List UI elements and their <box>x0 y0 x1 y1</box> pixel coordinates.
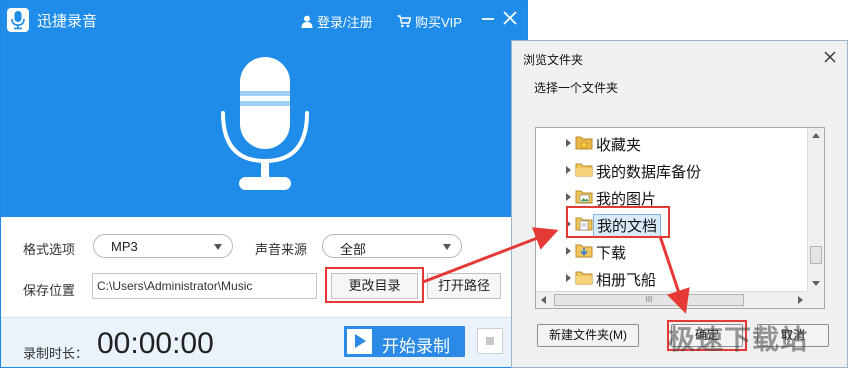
annotation-arrows <box>422 227 690 314</box>
watermark: 极速下载站 <box>668 325 808 355</box>
arrow-to-folder <box>422 227 559 284</box>
arrow-to-ok <box>658 235 690 314</box>
